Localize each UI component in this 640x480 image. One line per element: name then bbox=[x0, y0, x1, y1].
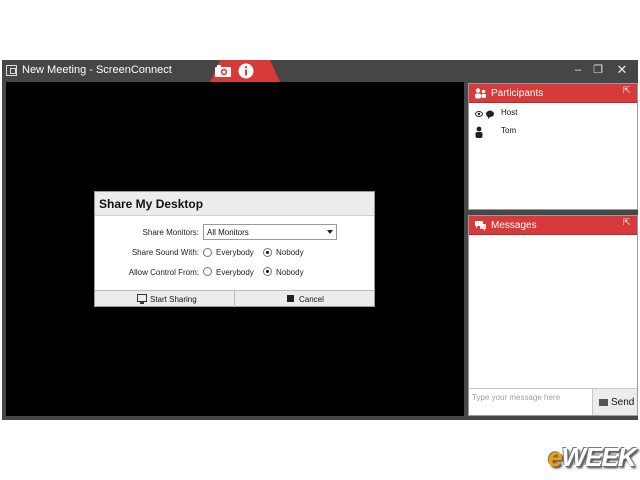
allow-control-label: Allow Control From: bbox=[128, 268, 199, 277]
eweek-logo: eWEEK bbox=[548, 442, 636, 473]
info-icon[interactable] bbox=[238, 63, 254, 79]
logo-rest: WEEK bbox=[561, 442, 636, 472]
host-icon bbox=[475, 107, 497, 119]
logo-prefix: e bbox=[548, 442, 563, 472]
participant-item-host[interactable]: Host bbox=[469, 105, 637, 121]
chat-icon bbox=[474, 219, 487, 232]
share-sound-label: Share Sound With: bbox=[131, 248, 199, 257]
expand-icon[interactable]: ⇱ bbox=[623, 85, 631, 96]
messages-title: Messages bbox=[491, 220, 537, 231]
expand-icon[interactable]: ⇱ bbox=[623, 217, 631, 228]
share-monitors-value: All Monitors bbox=[207, 228, 249, 237]
window-title: New Meeting - ScreenConnect bbox=[22, 64, 172, 76]
dialog-footer: Start Sharing Cancel bbox=[95, 290, 374, 307]
dialog-header: Share My Desktop bbox=[95, 192, 374, 216]
allow-control-everybody-label[interactable]: Everybody bbox=[216, 268, 254, 277]
start-sharing-button[interactable]: Start Sharing bbox=[95, 291, 235, 307]
message-placeholder: Type your message here bbox=[472, 393, 561, 402]
share-desktop-dialog: Share My Desktop Share Monitors: All Mon… bbox=[94, 191, 375, 307]
minimize-button[interactable]: – bbox=[570, 62, 586, 78]
participant-name: Tom bbox=[501, 126, 517, 135]
cancel-button[interactable]: Cancel bbox=[235, 291, 374, 307]
participant-item-tom[interactable]: Tom bbox=[469, 123, 637, 139]
stop-icon bbox=[287, 295, 294, 302]
dialog-title: Share My Desktop bbox=[99, 197, 204, 211]
share-sound-everybody-radio[interactable] bbox=[203, 248, 212, 257]
user-icon bbox=[475, 125, 497, 138]
share-monitors-label: Share Monitors: bbox=[142, 228, 199, 237]
allow-control-nobody-radio[interactable] bbox=[263, 267, 272, 276]
messages-panel: Messages ⇱ Type your message here Send bbox=[468, 215, 638, 416]
participants-title: Participants bbox=[491, 88, 544, 99]
participant-name: Host bbox=[501, 108, 518, 117]
allow-control-everybody-radio[interactable] bbox=[203, 267, 212, 276]
send-label: Send bbox=[611, 397, 635, 408]
messages-header: Messages ⇱ bbox=[469, 216, 637, 235]
app-icon bbox=[6, 65, 17, 76]
message-input[interactable]: Type your message here bbox=[469, 388, 593, 415]
participants-panel: Participants ⇱ Host Tom bbox=[468, 83, 638, 210]
title-bar[interactable]: New Meeting - ScreenConnect – ❐ ✕ bbox=[2, 60, 638, 82]
send-button[interactable]: Send bbox=[593, 388, 637, 415]
participants-header: Participants ⇱ bbox=[469, 84, 637, 103]
envelope-icon bbox=[599, 399, 608, 406]
close-button[interactable]: ✕ bbox=[614, 62, 630, 78]
share-monitors-select[interactable]: All Monitors bbox=[203, 224, 337, 240]
monitor-icon bbox=[137, 294, 147, 304]
share-sound-everybody-label[interactable]: Everybody bbox=[216, 248, 254, 257]
page: New Meeting - ScreenConnect – ❐ ✕ Partic… bbox=[0, 0, 640, 480]
chevron-down-icon bbox=[327, 230, 333, 234]
share-sound-nobody-radio[interactable] bbox=[263, 248, 272, 257]
allow-control-nobody-label[interactable]: Nobody bbox=[276, 268, 304, 277]
camera-icon[interactable] bbox=[214, 64, 232, 78]
share-sound-nobody-label[interactable]: Nobody bbox=[276, 248, 304, 257]
cancel-label: Cancel bbox=[299, 295, 324, 304]
participants-icon bbox=[474, 87, 487, 100]
start-sharing-label: Start Sharing bbox=[150, 295, 197, 304]
maximize-button[interactable]: ❐ bbox=[590, 62, 606, 78]
